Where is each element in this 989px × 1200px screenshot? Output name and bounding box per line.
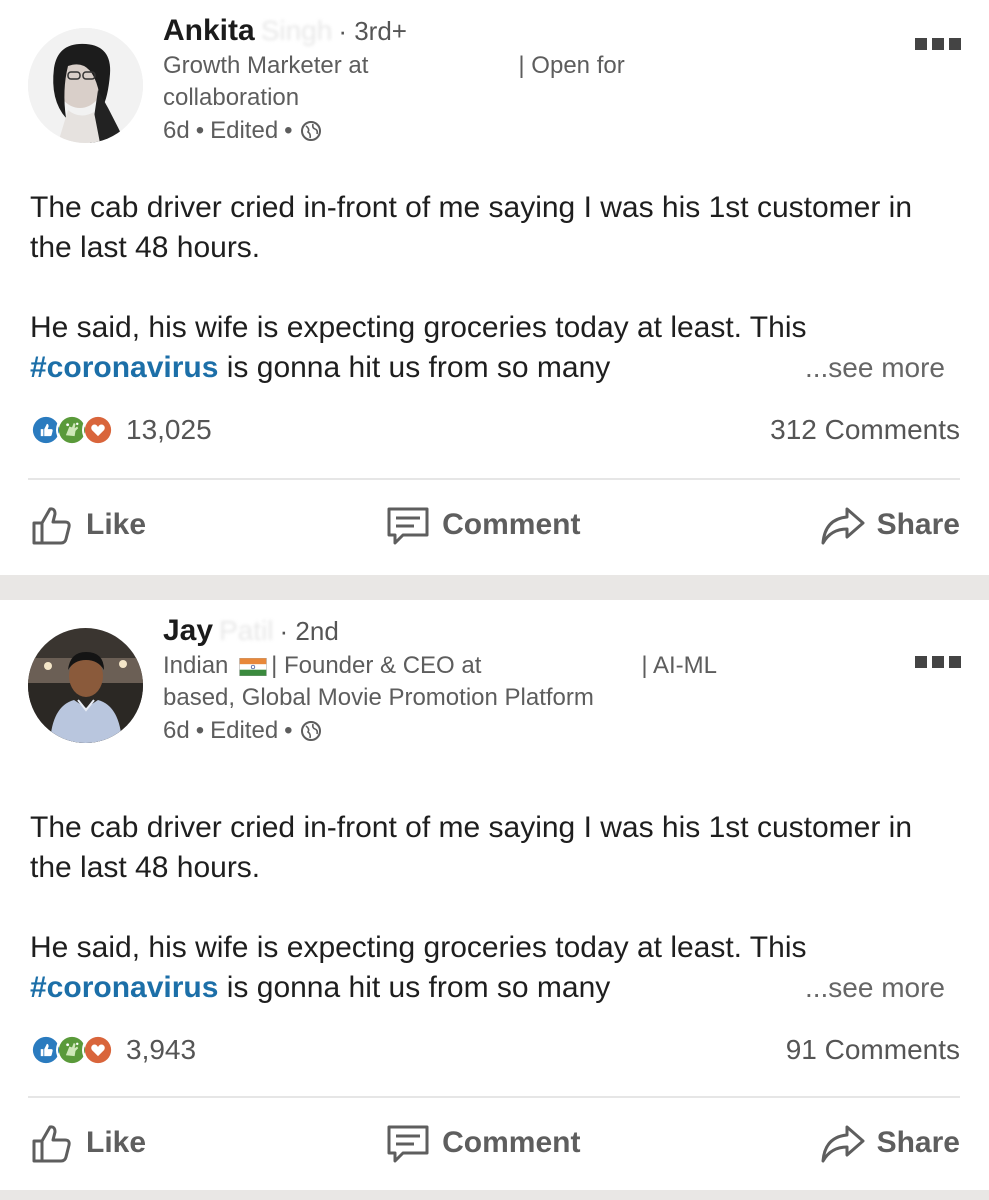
comment-label: Comment xyxy=(442,508,581,541)
more-options-icon[interactable] xyxy=(915,656,961,670)
reactions-summary[interactable]: 13,025 xyxy=(30,414,212,446)
reactions-count: 3,943 xyxy=(126,1034,197,1065)
post-separator xyxy=(0,575,989,600)
heart-reaction-icon xyxy=(82,414,114,446)
author-headline: Growth Marketer at | Open for collaborati… xyxy=(163,52,625,111)
comment-button[interactable]: Comment xyxy=(384,501,580,549)
heart-reaction-icon xyxy=(82,1034,114,1066)
comments-count[interactable]: 91 Comments xyxy=(786,1034,960,1066)
post-time: 6d xyxy=(163,717,190,744)
globe-icon xyxy=(300,721,321,741)
post-header: Jay Patil · 2nd Indian | Founder & CEO a… xyxy=(163,614,863,748)
share-button[interactable]: Share xyxy=(819,501,960,549)
author-avatar[interactable] xyxy=(28,628,143,743)
thumbs-up-icon xyxy=(32,1125,71,1163)
social-counts: 13,025 312 Comments xyxy=(30,408,960,452)
more-options-icon[interactable] xyxy=(915,38,961,52)
reactions-summary[interactable]: 3,943 xyxy=(30,1034,196,1066)
india-flag-icon xyxy=(239,657,267,676)
see-more-link[interactable]: ...see more xyxy=(805,348,945,388)
connection-degree: · 3rd+ xyxy=(338,16,407,46)
comments-count[interactable]: 312 Comments xyxy=(770,414,960,446)
edited-label: Edited xyxy=(210,117,279,144)
share-label: Share xyxy=(876,508,960,541)
post-text: The cab driver cried in-front of me sayi… xyxy=(30,808,960,1008)
post-time: 6d xyxy=(163,117,190,144)
comment-label: Comment xyxy=(442,1126,581,1159)
like-label: Like xyxy=(86,508,147,541)
author-name[interactable]: Ankita xyxy=(163,14,255,48)
feed-post: Ankita Singh · 3rd+ Growth Marketer at | … xyxy=(0,0,989,575)
post-separator xyxy=(0,1190,989,1200)
social-counts: 3,943 91 Comments xyxy=(30,1028,960,1072)
reactions-count: 13,025 xyxy=(126,414,212,445)
comment-icon xyxy=(387,1125,429,1163)
post-actions: Like Comment Share xyxy=(28,492,960,558)
share-arrow-icon xyxy=(821,1125,865,1163)
author-surname-blurred: Singh xyxy=(260,15,333,46)
hashtag-link[interactable]: #coronavirus xyxy=(30,351,218,384)
globe-icon xyxy=(300,121,321,141)
feed-post: Jay Patil · 2nd Indian | Founder & CEO a… xyxy=(0,600,989,1175)
share-label: Share xyxy=(876,1126,960,1159)
share-button[interactable]: Share xyxy=(819,1119,960,1167)
redacted-company xyxy=(368,56,518,78)
comment-button[interactable]: Comment xyxy=(384,1119,580,1167)
see-more-link[interactable]: ...see more xyxy=(805,968,945,1008)
like-label: Like xyxy=(86,1126,147,1159)
divider xyxy=(28,1096,960,1098)
post-meta: 6d • Edited • xyxy=(163,114,863,148)
share-arrow-icon xyxy=(821,507,865,545)
thumbs-up-icon xyxy=(32,507,71,545)
post-actions: Like Comment Share xyxy=(28,1110,960,1176)
connection-degree: · 2nd xyxy=(279,616,339,646)
post-text: The cab driver cried in-front of me sayi… xyxy=(30,188,960,388)
redacted-company xyxy=(481,656,641,678)
divider xyxy=(28,478,960,480)
like-button[interactable]: Like xyxy=(28,1119,146,1167)
author-surname-blurred: Patil xyxy=(219,615,274,646)
comment-icon xyxy=(387,507,429,545)
edited-label: Edited xyxy=(210,717,279,744)
author-headline: Indian | Founder & CEO at | AI-ML based, … xyxy=(163,652,717,711)
post-meta: 6d • Edited • xyxy=(163,714,863,748)
author-name[interactable]: Jay xyxy=(163,614,213,648)
hashtag-link[interactable]: #coronavirus xyxy=(30,971,218,1004)
author-avatar[interactable] xyxy=(28,28,143,143)
like-button[interactable]: Like xyxy=(28,501,146,549)
post-header: Ankita Singh · 3rd+ Growth Marketer at | … xyxy=(163,14,863,148)
